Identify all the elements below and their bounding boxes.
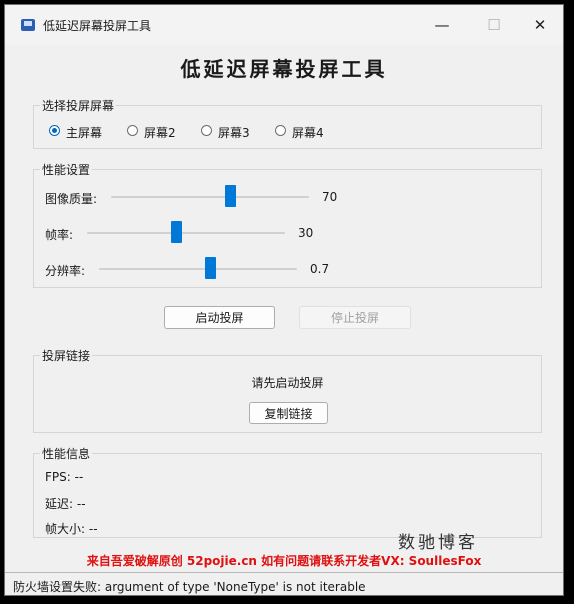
page-title: 低延迟屏幕投屏工具: [180, 57, 388, 81]
watermark: 数驰博客: [398, 533, 478, 553]
latency-text: 延迟: --: [45, 497, 86, 511]
app-icon: [21, 19, 35, 31]
resolution-value: 0.7: [310, 262, 330, 276]
app-window: 低延迟屏幕投屏工具 — ☐ ✕ 低延迟屏幕投屏工具 选择投屏屏幕 主屏幕 屏幕2…: [4, 4, 564, 596]
quality-slider-thumb[interactable]: [225, 185, 236, 207]
screen-select-group: 选择投屏屏幕 主屏幕 屏幕2 屏幕3 屏幕4: [33, 97, 542, 149]
framerate-slider-thumb[interactable]: [171, 221, 182, 243]
radio-label: 屏幕3: [218, 126, 250, 140]
copy-link-button[interactable]: 复制链接: [249, 402, 328, 424]
start-cast-button[interactable]: 启动投屏: [164, 306, 275, 329]
maximize-button[interactable]: ☐: [471, 5, 517, 45]
resolution-slider-track[interactable]: [99, 268, 297, 270]
radio-label: 屏幕2: [144, 126, 176, 140]
quality-slider-track[interactable]: [111, 196, 309, 198]
radio-label: 屏幕4: [292, 126, 324, 140]
radio-indicator: [127, 125, 138, 136]
performance-info-group: 性能信息 FPS: -- 延迟: -- 帧大小: --: [33, 445, 542, 538]
close-button[interactable]: ✕: [517, 5, 563, 45]
window-title: 低延迟屏幕投屏工具: [43, 19, 152, 33]
radio-indicator: [201, 125, 212, 136]
cast-link-group: 投屏链接 请先启动投屏 复制链接: [33, 347, 542, 433]
framerate-value: 30: [298, 226, 314, 240]
stop-cast-button[interactable]: 停止投屏: [299, 306, 411, 329]
performance-group: 性能设置 图像质量: 70 帧率: 30 分辨率: 0.7: [33, 161, 542, 288]
quality-label: 图像质量:: [45, 192, 98, 206]
title-bar[interactable]: 低延迟屏幕投屏工具 — ☐ ✕: [5, 5, 563, 45]
status-bar: 防火墙设置失败: argument of type 'NoneType' is …: [5, 572, 563, 595]
framerate-label: 帧率:: [45, 228, 74, 242]
framerate-slider-track[interactable]: [87, 232, 285, 234]
resolution-slider-thumb[interactable]: [205, 257, 216, 279]
fps-text: FPS: --: [45, 470, 84, 484]
radio-label: 主屏幕: [66, 126, 103, 140]
link-status-text: 请先启动投屏: [251, 376, 324, 390]
quality-value: 70: [322, 190, 338, 204]
status-text: 防火墙设置失败: argument of type 'NoneType' is …: [13, 580, 366, 594]
resolution-label: 分辨率:: [45, 264, 86, 278]
cast-link-title: 投屏链接: [40, 347, 93, 364]
frame-size-text: 帧大小: --: [45, 522, 98, 536]
screen-select-title: 选择投屏屏幕: [40, 97, 117, 114]
author-notice: 来自吾爱破解原创 52pojie.cn 如有问题请联系开发者VX: Soulle…: [86, 554, 482, 568]
performance-title: 性能设置: [40, 161, 93, 178]
radio-indicator: [275, 125, 286, 136]
performance-info-title: 性能信息: [40, 445, 93, 462]
radio-indicator: [49, 125, 60, 136]
minimize-button[interactable]: —: [419, 5, 465, 45]
